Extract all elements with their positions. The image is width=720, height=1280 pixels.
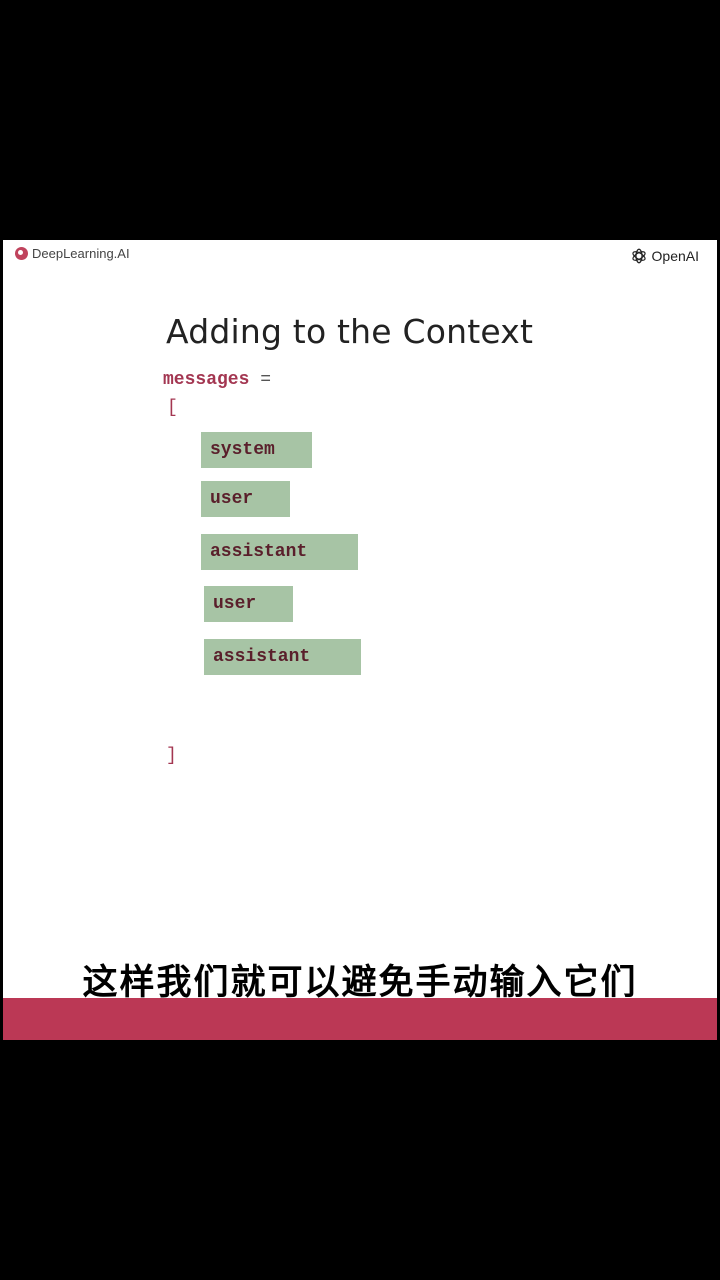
- role-box-assistant: assistant: [201, 534, 358, 570]
- code-equals: =: [260, 370, 272, 390]
- bottom-accent-bar: [3, 998, 717, 1040]
- deeplearning-ai-logo-icon: [15, 247, 28, 260]
- code-messages-line: messages =: [163, 370, 271, 390]
- role-box-system: system: [201, 432, 312, 468]
- openai-brand-text: OpenAI: [651, 248, 699, 264]
- deeplearning-ai-brand: DeepLearning.AI: [15, 246, 130, 261]
- slide-title: Adding to the Context: [166, 312, 534, 351]
- role-box-assistant-2: assistant: [204, 639, 361, 675]
- code-open-bracket: [: [167, 398, 178, 418]
- deeplearning-ai-brand-text: DeepLearning.AI: [32, 246, 130, 261]
- openai-logo-icon: [631, 248, 646, 264]
- code-variable: messages: [163, 370, 250, 390]
- slide: DeepLearning.AI OpenAI Adding to the Con…: [3, 240, 717, 1040]
- role-box-user-2: user: [204, 586, 293, 622]
- openai-brand: OpenAI: [630, 247, 699, 265]
- role-box-user: user: [201, 481, 290, 517]
- code-close-bracket: ]: [166, 746, 177, 766]
